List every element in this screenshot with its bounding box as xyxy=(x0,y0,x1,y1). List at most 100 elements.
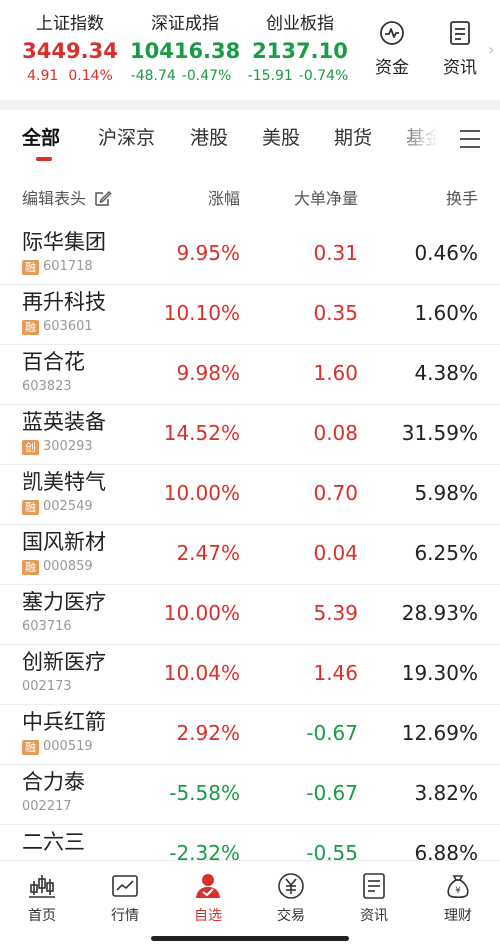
index-shenzhen[interactable]: 深证成指 10416.38 -48.74 -0.47% xyxy=(130,12,240,86)
change-value: 10.00% xyxy=(163,601,240,625)
turnover-value: 4.38% xyxy=(414,361,478,385)
edit-header-button[interactable]: 编辑表头 xyxy=(22,187,112,211)
net-inflow-value: 0.04 xyxy=(313,541,358,565)
nav-home[interactable]: 首页 xyxy=(12,871,72,927)
stock-meta: 融 000519 xyxy=(22,739,93,755)
news-button[interactable]: 资讯 xyxy=(432,20,488,82)
stock-meta: 603716 xyxy=(22,619,72,635)
index-value: 2137.10 xyxy=(252,39,348,63)
margin-badge: 融 xyxy=(22,739,39,755)
table-row[interactable]: 合力泰 002217 -5.58% -0.67 3.82% xyxy=(0,765,500,825)
column-net-inflow[interactable]: 大单净量 xyxy=(294,187,358,211)
table-row[interactable]: 百合花 603823 9.98% 1.60 4.38% xyxy=(0,345,500,405)
edit-header-label: 编辑表头 xyxy=(22,189,87,208)
stock-code: 603716 xyxy=(22,619,72,634)
nav-wealth[interactable]: ¥ 理财 xyxy=(428,871,488,927)
stock-meta: 融 603601 xyxy=(22,319,93,335)
fund-flow-button[interactable]: 资金 xyxy=(364,20,420,82)
chevron-right-icon[interactable]: › xyxy=(488,40,500,59)
stock-list: 际华集团融 601718 9.95% 0.31 0.46% 再升科技融 603601 10.1… xyxy=(0,225,500,860)
net-inflow-value: 1.46 xyxy=(313,661,358,685)
index-change: -48.74 -0.47% xyxy=(130,68,232,84)
stock-code: 603823 xyxy=(22,379,72,394)
net-inflow-value: -0.55 xyxy=(306,841,358,860)
change-value: -2.32% xyxy=(169,841,240,860)
net-inflow-value: 1.60 xyxy=(313,361,358,385)
stock-meta: 融 002549 xyxy=(22,499,93,515)
index-change: -15.91 -0.74% xyxy=(247,68,349,84)
table-row[interactable]: 国风新材融 000859 2.47% 0.04 6.25% xyxy=(0,525,500,585)
column-header: 编辑表头 涨幅 大单净量 换手 xyxy=(0,175,500,223)
table-row[interactable]: 中兵红箭融 000519 2.92% -0.67 12.69% xyxy=(0,705,500,765)
turnover-value: 19.30% xyxy=(401,661,478,685)
index-name: 创业板指 xyxy=(266,14,334,34)
change-value: -5.58% xyxy=(169,781,240,805)
tab-hk-stocks[interactable]: 港股 xyxy=(190,124,228,152)
table-row[interactable]: 塞力医疗 603716 10.00% 5.39 28.93% xyxy=(0,585,500,645)
index-value: 3449.34 xyxy=(22,39,118,63)
menu-icon[interactable] xyxy=(452,124,492,154)
margin-badge: 创 xyxy=(22,439,39,455)
nav-market-label: 行情 xyxy=(111,908,139,924)
index-change: 4.91 0.14% xyxy=(27,68,113,84)
stock-code: 002173 xyxy=(22,679,72,694)
change-value: 9.98% xyxy=(176,361,240,385)
document-icon xyxy=(450,21,470,45)
change-value: 10.04% xyxy=(163,661,240,685)
nav-trade[interactable]: 交易 xyxy=(261,871,321,927)
nav-news[interactable]: 资讯 xyxy=(344,871,404,927)
user-check-icon xyxy=(196,874,220,898)
column-change[interactable]: 涨幅 xyxy=(208,187,240,211)
index-chinext[interactable]: 创业板指 2137.10 -15.91 -0.74% xyxy=(248,12,350,86)
stock-meta: 融 000859 xyxy=(22,559,93,575)
tab-us-stocks[interactable]: 美股 xyxy=(262,124,300,152)
table-row[interactable]: 再升科技融 603601 10.10% 0.35 1.60% xyxy=(0,285,500,345)
net-inflow-value: 5.39 xyxy=(313,601,358,625)
nav-home-label: 首页 xyxy=(28,908,56,924)
stock-meta: 创 300293 xyxy=(22,439,93,455)
turnover-value: 1.60% xyxy=(414,301,478,325)
nav-wealth-label: 理财 xyxy=(444,908,472,924)
net-inflow-value: 0.35 xyxy=(313,301,358,325)
nav-news-label: 资讯 xyxy=(360,908,388,924)
nav-trade-label: 交易 xyxy=(277,908,305,924)
stock-code: 002549 xyxy=(43,499,93,514)
table-row[interactable]: 二六三 -2.32% -0.55 6.88% xyxy=(0,825,500,860)
turnover-value: 3.82% xyxy=(414,781,478,805)
nav-market[interactable]: 行情 xyxy=(95,871,155,927)
stock-name: 凯美特气 xyxy=(22,470,106,494)
news-icon xyxy=(363,873,385,899)
index-bar: 上证指数 3449.34 4.91 0.14% 深证成指 10416.38 -48… xyxy=(0,0,500,100)
table-row[interactable]: 创新医疗 002173 10.04% 1.46 19.30% xyxy=(0,645,500,705)
active-tab-indicator xyxy=(36,157,52,161)
tab-futures[interactable]: 期货 xyxy=(334,124,372,152)
net-inflow-value: 0.31 xyxy=(313,241,358,265)
index-shanghai[interactable]: 上证指数 3449.34 4.91 0.14% xyxy=(20,12,120,86)
turnover-value: 6.88% xyxy=(414,841,478,860)
table-row[interactable]: 凯美特气融 002549 10.00% 0.70 5.98% xyxy=(0,465,500,525)
turnover-value: 5.98% xyxy=(414,481,478,505)
net-inflow-value: 0.08 xyxy=(313,421,358,445)
column-turnover[interactable]: 换手 xyxy=(446,187,478,211)
section-divider xyxy=(0,100,500,110)
stock-name: 合力泰 xyxy=(22,770,85,794)
net-inflow-value: 0.70 xyxy=(313,481,358,505)
yen-coin-icon xyxy=(278,873,304,899)
stock-name: 中兵红箭 xyxy=(22,710,106,734)
margin-badge: 融 xyxy=(22,259,39,275)
change-value: 14.52% xyxy=(163,421,240,445)
stock-meta: 融 601718 xyxy=(22,259,93,275)
line-chart-icon xyxy=(112,875,138,897)
tab-hushenjing[interactable]: 沪深京 xyxy=(98,124,155,152)
nav-watchlist[interactable]: 自选 xyxy=(178,871,238,927)
candlestick-icon xyxy=(29,875,55,898)
table-row[interactable]: 际华集团融 601718 9.95% 0.31 0.46% xyxy=(0,225,500,285)
svg-text:¥: ¥ xyxy=(455,886,461,896)
table-row[interactable]: 蓝英装备创 300293 14.52% 0.08 31.59% xyxy=(0,405,500,465)
tab-all[interactable]: 全部 xyxy=(22,124,60,152)
stock-code: 300293 xyxy=(43,439,93,454)
stock-meta: 603823 xyxy=(22,379,72,395)
home-indicator xyxy=(151,936,349,941)
margin-badge: 融 xyxy=(22,319,39,335)
stock-name: 百合花 xyxy=(22,350,85,374)
